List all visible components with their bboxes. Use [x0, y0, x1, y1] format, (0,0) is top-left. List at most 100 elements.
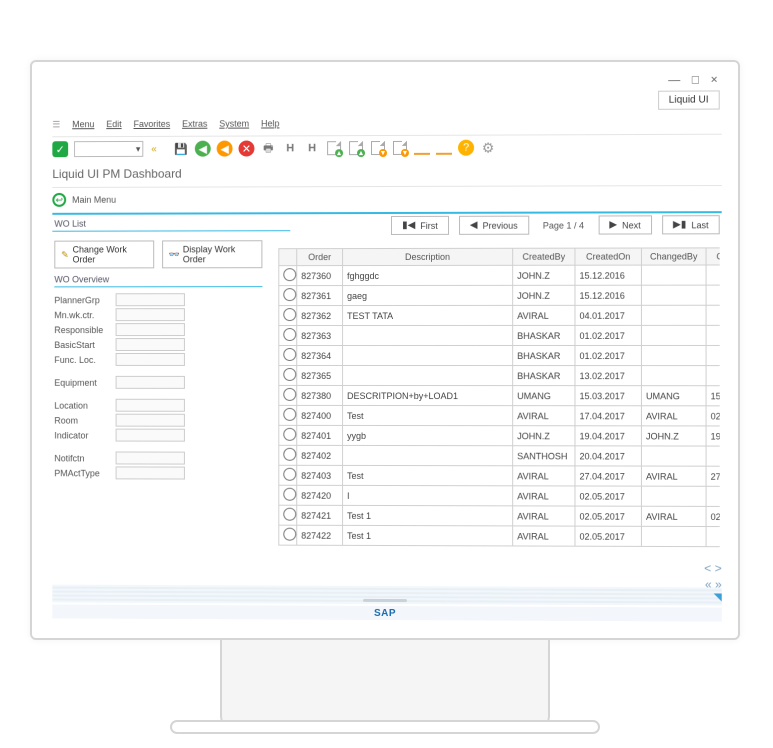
- cell-changedon: [706, 486, 720, 506]
- row-select[interactable]: [283, 328, 296, 341]
- maximize-icon[interactable]: □: [692, 72, 703, 86]
- row-select[interactable]: [283, 388, 296, 401]
- pager-next[interactable]: ▶Next: [598, 215, 652, 234]
- new-session-icon[interactable]: [414, 140, 430, 156]
- table-row[interactable]: 827360fghggdcJOHN.Z15.12.2016: [279, 265, 720, 286]
- exit-icon[interactable]: ◀: [217, 141, 233, 157]
- header-changedon[interactable]: ChangedO: [706, 248, 720, 265]
- cell-changedby: AVIRAL: [641, 506, 706, 526]
- display-work-order-button[interactable]: 👓Display Work Order: [162, 240, 263, 268]
- label-location: Location: [54, 400, 115, 410]
- table-row[interactable]: 827380DESCRITPION+by+LOAD1UMANG15.03.201…: [279, 385, 720, 405]
- input-equipment[interactable]: [116, 376, 185, 389]
- liquid-ui-button[interactable]: Liquid UI: [658, 90, 720, 109]
- menu-menu[interactable]: Menu: [72, 119, 94, 134]
- row-select[interactable]: [283, 468, 296, 481]
- cell-createdby: JOHN.Z: [513, 285, 575, 305]
- table-row[interactable]: 827403TestAVIRAL27.04.2017AVIRAL27.04.20…: [279, 465, 720, 486]
- menu-system[interactable]: System: [219, 119, 249, 134]
- header-description[interactable]: Description: [343, 248, 513, 265]
- row-select[interactable]: [283, 448, 296, 461]
- find-next-icon[interactable]: H: [304, 140, 320, 156]
- row-select[interactable]: [283, 368, 296, 381]
- input-notifctn[interactable]: [116, 452, 185, 465]
- input-responsible[interactable]: [116, 323, 185, 336]
- pager-first[interactable]: ▮◀First: [391, 216, 449, 235]
- window-controls[interactable]: — □ ×: [668, 72, 722, 86]
- table-row[interactable]: 827400TestAVIRAL17.04.2017AVIRAL02.05.20…: [279, 405, 720, 426]
- enter-button[interactable]: ✓: [52, 141, 68, 157]
- cell-description: Test 1: [343, 525, 513, 546]
- header-changedby[interactable]: ChangedBy: [641, 248, 706, 265]
- resize-grip-icon[interactable]: [714, 593, 722, 601]
- cell-createdon: 15.03.2017: [575, 386, 641, 406]
- table-row[interactable]: 827401yygbJOHN.Z19.04.2017JOHN.Z19.04.20…: [279, 425, 720, 446]
- table-row[interactable]: 827420IAVIRAL02.05.2017: [279, 485, 720, 506]
- menu-edit[interactable]: Edit: [106, 119, 121, 134]
- table-row[interactable]: 827365BHASKAR13.02.2017: [279, 365, 720, 385]
- row-select[interactable]: [283, 348, 296, 361]
- table-header-row: Order Description CreatedBy CreatedOn Ch…: [279, 248, 720, 266]
- cancel-icon[interactable]: ✕: [239, 140, 255, 156]
- close-icon[interactable]: ×: [711, 72, 722, 86]
- splitter-handle[interactable]: [363, 599, 407, 602]
- pager-previous[interactable]: ◀Previous: [459, 216, 529, 235]
- save-icon[interactable]: 💾: [173, 141, 189, 157]
- back-icon[interactable]: ◀: [195, 141, 211, 157]
- header-createdby[interactable]: CreatedBy: [513, 248, 575, 265]
- row-select[interactable]: [283, 308, 296, 321]
- table-row[interactable]: 827363BHASKAR01.02.2017: [279, 325, 720, 345]
- find-icon[interactable]: H: [282, 140, 298, 156]
- cell-createdon: 01.02.2017: [575, 345, 641, 365]
- first-page-icon[interactable]: ▲: [326, 140, 342, 156]
- table-row[interactable]: 827422Test 1AVIRAL02.05.2017: [279, 525, 720, 547]
- input-location[interactable]: [116, 399, 185, 412]
- table-row[interactable]: 827362TEST TATAAVIRAL04.01.2017: [279, 305, 720, 325]
- table-row[interactable]: 827421Test 1AVIRAL02.05.2017AVIRAL02.05.…: [279, 505, 720, 527]
- cell-createdon: 01.02.2017: [575, 325, 641, 345]
- header-createdon[interactable]: CreatedOn: [575, 248, 641, 265]
- row-select[interactable]: [283, 488, 296, 501]
- input-pmacttype[interactable]: [116, 466, 185, 479]
- table-row[interactable]: 827361gaegJOHN.Z15.12.2016: [279, 285, 720, 306]
- print-icon[interactable]: 🖶: [260, 140, 276, 156]
- row-select[interactable]: [283, 428, 296, 441]
- input-funcloc[interactable]: [116, 353, 185, 366]
- change-work-order-button[interactable]: ✎Change Work Order: [54, 240, 154, 268]
- minimize-icon[interactable]: —: [668, 72, 684, 86]
- layout-icon[interactable]: [436, 140, 452, 156]
- input-mnwkctr[interactable]: [116, 308, 185, 321]
- cell-changedon: [706, 366, 720, 386]
- input-basicstart[interactable]: [116, 338, 185, 351]
- header-order[interactable]: Order: [297, 249, 343, 266]
- help-icon[interactable]: ?: [458, 140, 474, 156]
- row-select[interactable]: [283, 408, 296, 421]
- next-page-icon[interactable]: ▼: [370, 140, 386, 156]
- cell-changedon: 02.05.201: [706, 506, 720, 526]
- history-back-icon[interactable]: «: [149, 143, 158, 154]
- row-select[interactable]: [283, 268, 296, 281]
- expand-arrows-icon[interactable]: « »: [705, 577, 722, 591]
- row-select[interactable]: [283, 288, 296, 301]
- input-indicator[interactable]: [116, 429, 185, 442]
- prev-page-icon[interactable]: ▲: [348, 140, 364, 156]
- menu-help[interactable]: Help: [261, 118, 279, 133]
- pager-last[interactable]: ▶▮Last: [662, 215, 720, 234]
- input-plannergrp[interactable]: [116, 293, 185, 306]
- cell-createdon: 02.05.2017: [575, 506, 641, 526]
- table-row[interactable]: 827402SANTHOSH20.04.2017: [279, 445, 720, 466]
- row-select[interactable]: [283, 508, 296, 521]
- menu-extras[interactable]: Extras: [182, 119, 207, 134]
- settings-icon[interactable]: ⚙: [480, 140, 496, 156]
- input-room[interactable]: [116, 414, 185, 427]
- cell-changedby: AVIRAL: [641, 406, 706, 426]
- sap-logo: SAP: [374, 607, 396, 618]
- scroll-arrows-icon[interactable]: < >: [704, 561, 722, 575]
- last-page-icon[interactable]: ▼: [392, 140, 408, 156]
- row-select[interactable]: [283, 528, 296, 541]
- command-field[interactable]: ▾: [74, 141, 143, 157]
- table-row[interactable]: 827364BHASKAR01.02.2017: [279, 345, 720, 365]
- cell-description: yygb: [343, 425, 513, 445]
- menu-favorites[interactable]: Favorites: [134, 119, 171, 134]
- main-menu-button[interactable]: ↩ Main Menu: [52, 187, 721, 215]
